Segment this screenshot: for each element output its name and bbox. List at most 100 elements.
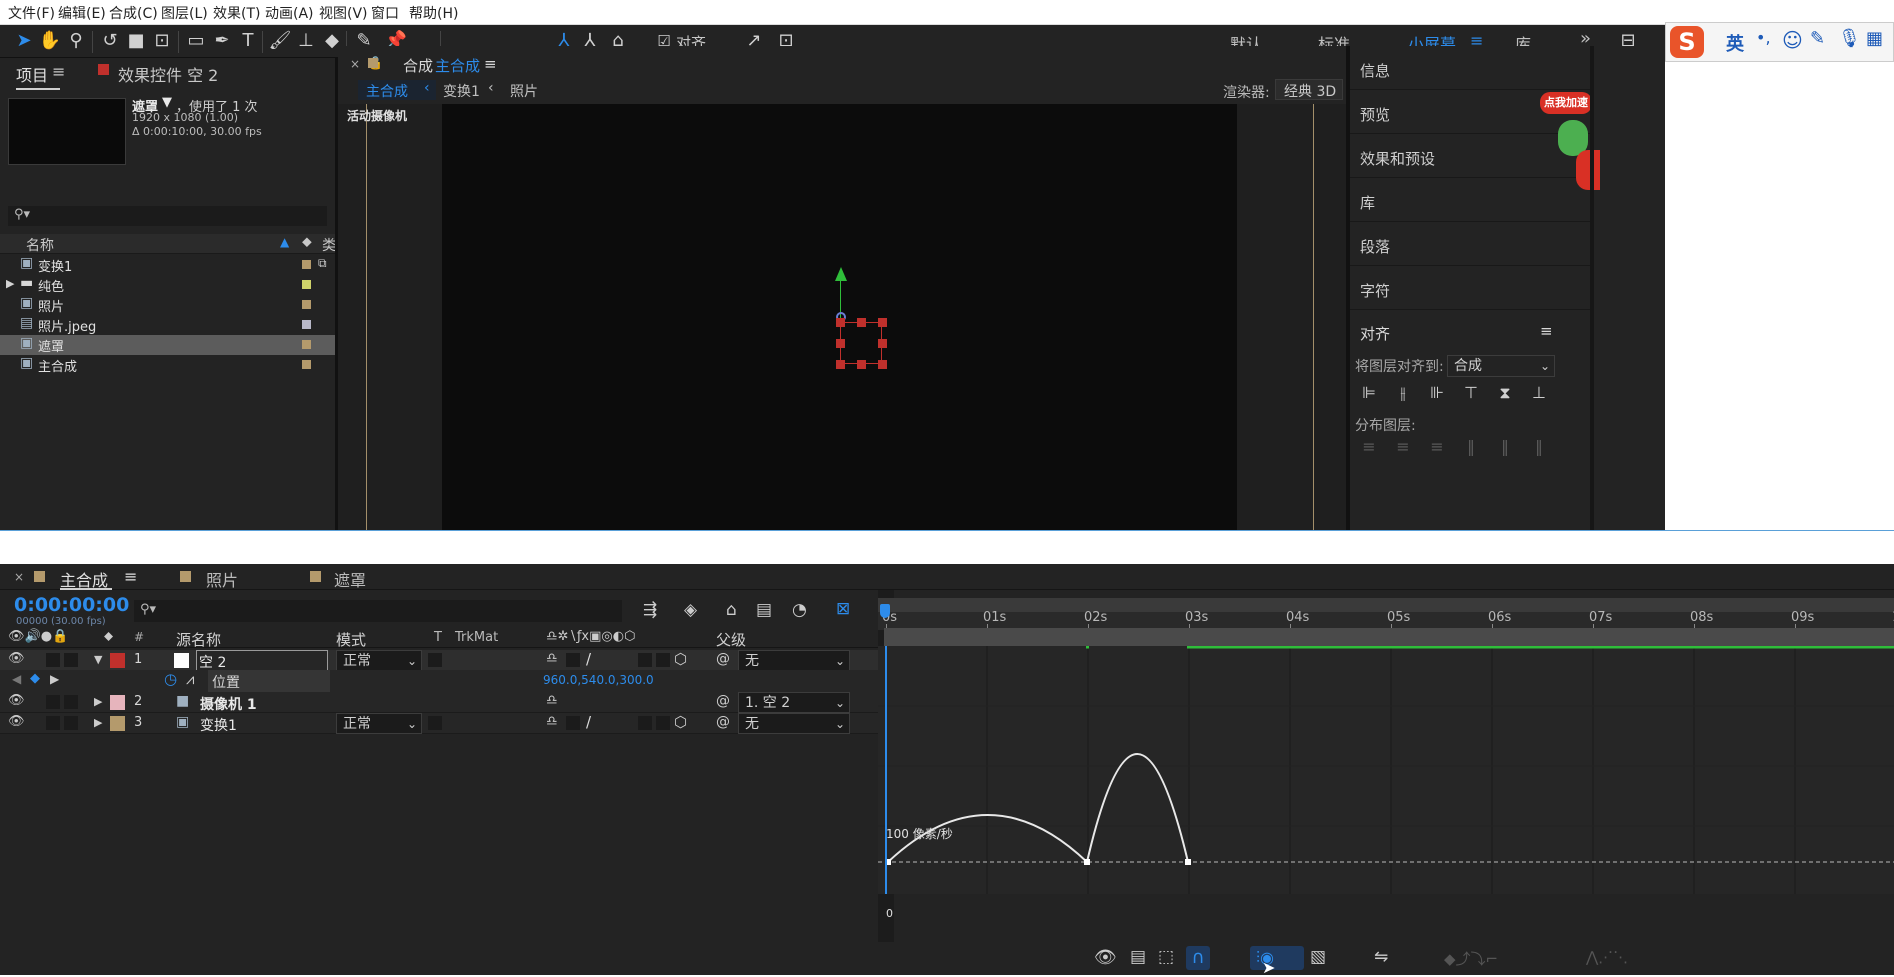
column-type[interactable]: 类 <box>322 235 336 255</box>
fit-selection-icon[interactable]: ▧ <box>1310 947 1326 967</box>
menu-help[interactable]: 帮助(H) <box>409 3 458 23</box>
prev-keyframe-icon[interactable]: ◀ <box>12 672 21 686</box>
motion-blur-switch[interactable] <box>656 653 670 667</box>
adjustment-switch[interactable] <box>638 653 652 667</box>
handle-top-left[interactable] <box>836 318 845 327</box>
ime-pen-icon[interactable]: ✎ <box>1810 28 1825 49</box>
selection-tool-icon[interactable]: ➤ <box>12 29 36 53</box>
av-switches-icon[interactable]: 👁🔊●🔒 <box>8 629 68 644</box>
layer-row[interactable]: 👁 ▼ 1 空 2 正常 ⌄ ♎ / ⬡ @ 无 ⌄ <box>0 650 878 671</box>
mode-header[interactable]: 模式 <box>336 629 366 650</box>
parent-header[interactable]: 父级 <box>716 629 746 650</box>
label-color-swatch[interactable] <box>302 340 311 349</box>
work-area-bar[interactable] <box>884 628 1894 646</box>
layer-name-field[interactable]: 空 2 <box>196 650 328 671</box>
ime-promo-badge[interactable]: 点我加速 <box>1540 92 1592 114</box>
parent-dropdown[interactable]: 无 ⌄ <box>738 713 850 734</box>
comp-viewer[interactable]: 活动摄像机 <box>338 104 1346 530</box>
align-to-dropdown[interactable]: 合成 ⌄ <box>1447 355 1555 377</box>
effects-control-tab[interactable]: 效果控件 空 2 <box>118 62 218 86</box>
expand-layer-icon[interactable]: ▶ <box>94 695 102 708</box>
project-item[interactable]: ▣ 遮罩 <box>0 335 335 355</box>
layer-label-swatch[interactable] <box>110 653 125 668</box>
frame-blending-icon[interactable]: ▤ <box>756 600 772 620</box>
show-properties-icon[interactable]: 👁 <box>1094 947 1117 968</box>
align-left-icon[interactable]: ⊫ <box>1358 382 1380 404</box>
sogou-logo[interactable]: S <box>1670 26 1704 58</box>
menu-composition[interactable]: 合成(C) <box>109 3 158 23</box>
graph-editor-canvas[interactable] <box>878 646 1894 894</box>
panel-header-0[interactable]: 信息 <box>1350 46 1590 90</box>
comp-menu-icon[interactable]: ≡ <box>484 55 497 73</box>
collapse-switch[interactable] <box>566 716 580 730</box>
expand-layer-icon[interactable]: ▶ <box>94 716 102 729</box>
menu-window[interactable]: 窗口 <box>371 3 399 23</box>
visibility-eye-icon[interactable]: 👁 <box>8 651 25 666</box>
menu-view[interactable]: 视图(V) <box>319 3 368 23</box>
handle-top-mid[interactable] <box>857 318 866 327</box>
comp-flowchart-icon[interactable]: ⇶ <box>643 600 657 620</box>
solo-toggle[interactable] <box>46 653 60 667</box>
adjustment-switch[interactable] <box>638 716 652 730</box>
ime-emoji-icon[interactable]: ☺ <box>1782 28 1803 52</box>
next-keyframe-icon[interactable]: ▶ <box>50 672 59 686</box>
panel-header-2[interactable]: 效果和预设 <box>1350 134 1590 178</box>
parent-pickwhip-icon[interactable]: @ <box>716 714 730 730</box>
ime-side-tab[interactable] <box>1576 150 1600 190</box>
handle-bottom-left[interactable] <box>836 360 845 369</box>
label-color-swatch[interactable] <box>302 360 311 369</box>
menu-file[interactable]: 文件(F) <box>8 3 55 23</box>
column-name[interactable]: 名称 <box>26 235 54 255</box>
label-color-swatch[interactable] <box>302 320 311 329</box>
handle-bottom-mid[interactable] <box>857 360 866 369</box>
handle-top-right[interactable] <box>878 318 887 327</box>
current-time-display[interactable]: 0:00:00:00 <box>14 594 129 616</box>
close-tab-icon[interactable]: × <box>14 570 24 584</box>
clone-stamp-tool-icon[interactable]: ⊥ <box>294 29 318 53</box>
panel-header-5[interactable]: 字符 <box>1350 266 1590 310</box>
align-hcenter-icon[interactable]: ⫲ <box>1392 382 1414 404</box>
project-item[interactable]: ▣ 照片 <box>0 295 335 315</box>
project-item[interactable]: ▶ ▬ 纯色 <box>0 275 335 295</box>
tab-menu-icon[interactable]: ≡ <box>124 567 137 586</box>
pan-behind-tool-icon[interactable]: ⊡ <box>150 29 174 53</box>
pen-tool-icon[interactable]: ✒ <box>210 29 234 53</box>
layer-label-swatch[interactable] <box>110 695 125 710</box>
brush-tool-icon[interactable]: 🖌 <box>268 29 292 53</box>
menu-edit[interactable]: 编辑(E) <box>58 3 106 23</box>
quality-switch-icon[interactable]: / <box>586 713 591 731</box>
position-value[interactable]: 960.0,540.0,300.0 <box>543 673 654 687</box>
y-axis-arrow-icon[interactable] <box>835 267 847 281</box>
handle-bottom-right[interactable] <box>878 360 887 369</box>
graph-options-icon[interactable]: ▤ <box>1130 947 1146 967</box>
visibility-eye-icon[interactable]: 👁 <box>8 693 25 708</box>
ime-lang[interactable]: 英 <box>1726 30 1744 56</box>
selected-item-dropdown-icon[interactable]: ▼ <box>162 95 172 110</box>
layer-switches-icon[interactable]: ♎✲∖ƒx▣◎◐⬡ <box>546 629 635 644</box>
fit-all-graphs-icon[interactable]: ⫶◉ <box>1250 946 1304 970</box>
shy-switch-icon[interactable]: ♎ <box>546 714 558 729</box>
time-navigator[interactable] <box>878 598 1894 612</box>
shy-switch-icon[interactable]: ♎ <box>546 651 558 666</box>
parent-pickwhip-icon[interactable]: @ <box>716 693 730 709</box>
expand-folder-icon[interactable]: ▶ <box>6 277 14 290</box>
shy-layers-icon[interactable]: ⌂ <box>726 600 737 620</box>
label-color-swatch[interactable] <box>302 260 311 269</box>
lock-toggle[interactable] <box>64 653 78 667</box>
ime-mic-icon[interactable]: 🎙 <box>1838 28 1861 49</box>
ime-grid-icon[interactable]: ▦ <box>1866 28 1883 49</box>
layer-row[interactable]: 👁 ▶ 2 ■ 摄像机 1 ♎ @1. 空 2 ⌄ <box>0 692 878 713</box>
sort-ascending-icon[interactable]: ▲ <box>280 235 289 249</box>
graph-editor-icon[interactable]: ⊠ <box>836 599 850 619</box>
expand-layer-icon[interactable]: ▼ <box>94 653 102 666</box>
breadcrumb-main[interactable]: 主合成 ‹ <box>358 80 436 100</box>
project-item[interactable]: ▣ 变换1 ⧉ <box>0 255 335 275</box>
parent-pickwhip-icon[interactable]: @ <box>716 651 730 667</box>
graph-icon[interactable]: ⩘ <box>186 670 194 688</box>
flowchart-icon[interactable]: ⧉ <box>318 256 327 271</box>
label-column-icon[interactable]: ⬥ <box>104 629 113 644</box>
preserve-transparency-toggle[interactable] <box>428 653 442 667</box>
label-color-swatch[interactable] <box>302 280 311 289</box>
threed-layer-icon[interactable]: ⬡ <box>674 713 687 731</box>
blend-mode-dropdown[interactable]: 正常 ⌄ <box>336 713 422 734</box>
